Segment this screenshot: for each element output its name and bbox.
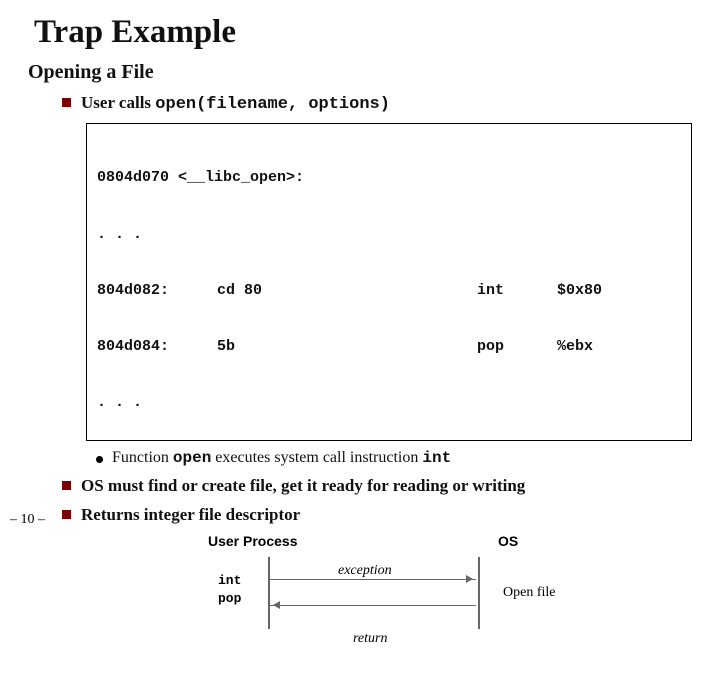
code-addr: 804d084: (97, 338, 217, 357)
code-line-4: . . . (97, 394, 681, 413)
square-bullet-icon (62, 510, 71, 519)
label-user-process: User Process (208, 533, 298, 549)
label-os: OS (498, 533, 518, 549)
code-inline-open-call: open(filename, options) (155, 95, 390, 114)
code-line-2: 804d082: cd 80 int $0x80 (97, 282, 681, 301)
code-line-0: 0804d070 <__libc_open>: (97, 169, 681, 188)
subbullet-mid: executes system call instruction (211, 449, 422, 466)
arrow-return (270, 605, 476, 607)
vline-os (478, 557, 480, 629)
label-open-file: Open file (503, 585, 555, 601)
label-int: int (218, 573, 241, 588)
code-line-3: 804d084: 5b pop %ebx (97, 338, 681, 357)
code-addr: 804d082: (97, 282, 217, 301)
subbullet-int: int (422, 449, 451, 467)
slide-title: Trap Example (34, 14, 692, 51)
vline-user (268, 557, 270, 629)
code-mnemonic: pop (477, 338, 557, 357)
square-bullet-icon (62, 481, 71, 490)
arrow-exception (270, 579, 476, 581)
subbullet-open: open (173, 449, 211, 467)
bullet-text-prefix: User calls (81, 93, 155, 112)
trap-diagram: User Process OS int pop exception Open f… (148, 533, 668, 673)
code-hex: 5b (217, 338, 477, 357)
label-exception: exception (338, 563, 392, 579)
slide-subtitle: Opening a File (28, 61, 692, 84)
slide-number: – 10 – (10, 512, 45, 528)
subbullet-prefix: Function (112, 449, 173, 466)
bullet-user-calls: User calls open(filename, options) (62, 92, 692, 117)
code-mnemonic: int (477, 282, 557, 301)
sub-bullet-function-open: Function open executes system call instr… (96, 449, 692, 467)
code-arg: %ebx (557, 338, 593, 357)
code-block: 0804d070 <__libc_open>: . . . 804d082: c… (86, 123, 692, 441)
code-arg: $0x80 (557, 282, 602, 301)
bullet-returns: Returns integer file descriptor (62, 504, 692, 527)
square-bullet-icon (62, 98, 71, 107)
bullet-os-must: OS must find or create file, get it read… (62, 475, 692, 498)
label-pop: pop (218, 591, 241, 606)
label-return: return (353, 631, 387, 647)
dot-bullet-icon (96, 456, 103, 463)
code-line-1: . . . (97, 226, 681, 245)
bullet-text: Returns integer file descriptor (81, 504, 300, 527)
bullet-text: OS must find or create file, get it read… (81, 475, 525, 498)
code-hex: cd 80 (217, 282, 477, 301)
